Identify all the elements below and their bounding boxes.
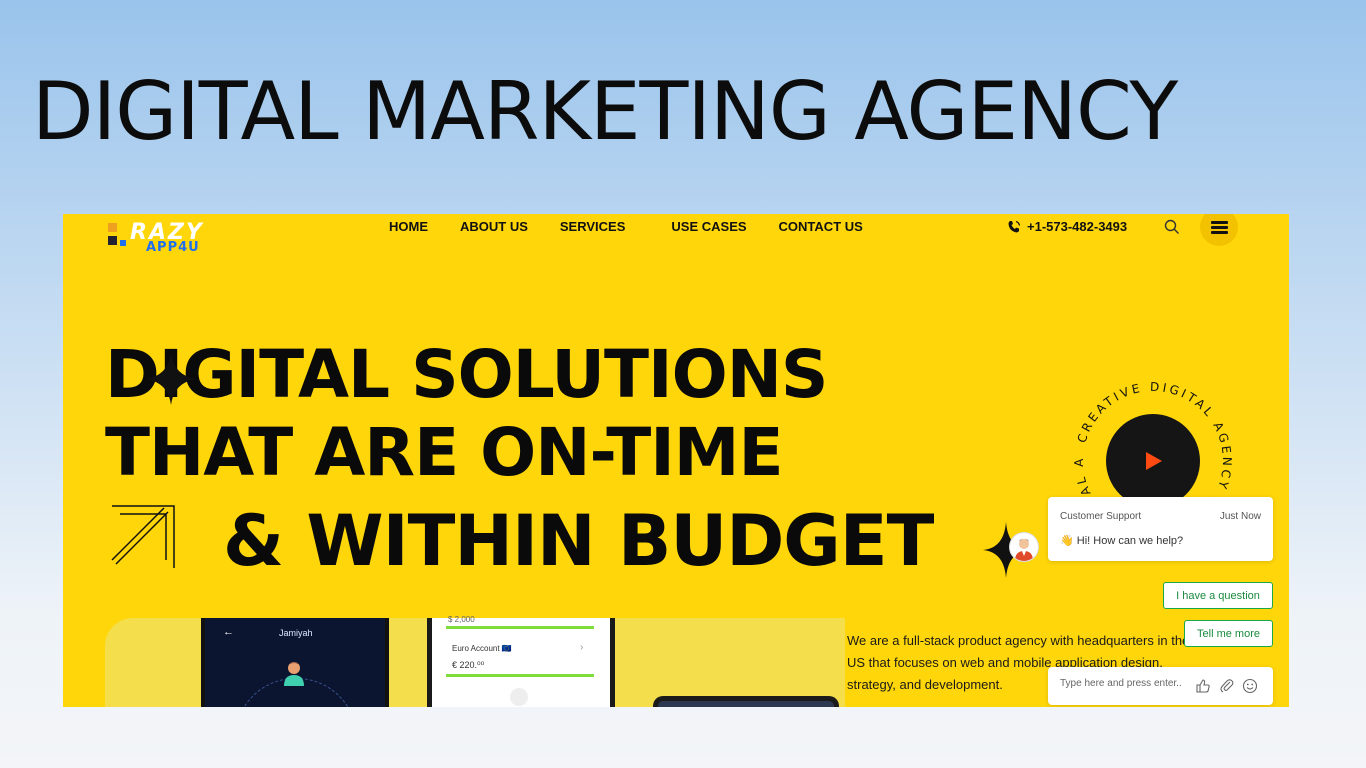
chat-message: 👋 Hi! How can we help? [1060, 535, 1184, 547]
emoji-icon[interactable] [1242, 678, 1258, 694]
sparkle-icon [145, 353, 197, 405]
thumbs-up-icon[interactable] [1195, 678, 1211, 694]
progress-line [446, 626, 594, 629]
diagonal-arrow-icon [111, 505, 175, 568]
back-arrow-icon: ← [223, 626, 234, 638]
play-video-button[interactable] [1106, 414, 1200, 508]
hero-heading-line-3: & WITHIN BUDGET [223, 500, 934, 582]
account-amount: € 220.⁰⁰ [452, 660, 485, 670]
agent-icon [1015, 538, 1033, 561]
phone-icon [1008, 220, 1021, 232]
phone-number: +1-573-482-3493 [1027, 219, 1128, 234]
nav-contact-us[interactable]: CONTACT US [779, 219, 863, 234]
avatar [284, 662, 304, 686]
website-screenshot: RAZY APP4U HOME ABOUT US SERVICES USE CA… [63, 214, 1289, 707]
play-icon [1146, 452, 1162, 470]
phone-mockup: $ 2,000 Euro Account 🇪🇺 › € 220.⁰⁰ [427, 615, 615, 707]
support-agent-avatar[interactable] [1009, 532, 1039, 562]
phone-mockup: ← Jamiyah [201, 618, 389, 707]
nav-about-us[interactable]: ABOUT US [460, 219, 528, 234]
chat-message-input[interactable] [1058, 677, 1190, 690]
chevron-right-icon: › [580, 642, 584, 653]
quick-reply-tell-more-button[interactable]: Tell me more [1184, 620, 1273, 647]
progress-line [446, 674, 594, 677]
hero-heading-line-1: DIGITAL SOLUTIONS [105, 336, 828, 413]
add-button-mock [510, 688, 528, 706]
hero-heading-line-2: THAT ARE ON-TIME [105, 414, 784, 491]
hamburger-menu-button[interactable] [1200, 214, 1238, 246]
phone-link[interactable]: +1-573-482-3493 [1007, 219, 1127, 234]
tablet-mockup [653, 696, 839, 707]
logo-square [108, 236, 117, 245]
logo[interactable]: RAZY APP4U [108, 220, 228, 255]
chat-timestamp: Just Now [1219, 511, 1261, 522]
banner-title: DIGITAL MARKETING AGENCY [32, 65, 1178, 158]
logo-square [108, 223, 117, 232]
chat-title: Customer Support [1060, 511, 1142, 522]
logo-word-secondary: APP4U [146, 240, 200, 255]
nav-services[interactable]: SERVICES [560, 219, 626, 234]
account-label: Euro Account 🇪🇺 [452, 644, 512, 653]
balance-amount: $ 2,000 [448, 615, 475, 624]
logo-square [120, 240, 126, 246]
profile-name: Jamiyah [279, 628, 313, 638]
main-nav: HOME ABOUT US SERVICES USE CASES CONTACT… [389, 219, 895, 234]
chat-message-bubble: Customer Support Just Now 👋 Hi! How can … [1048, 497, 1273, 561]
hamburger-icon [1210, 219, 1228, 236]
paperclip-icon[interactable] [1219, 678, 1235, 694]
nav-use-cases[interactable]: USE CASES [671, 219, 746, 234]
nav-home[interactable]: HOME [389, 219, 428, 234]
chat-input-bar [1048, 667, 1273, 705]
quick-reply-question-button[interactable]: I have a question [1163, 582, 1273, 609]
search-icon[interactable] [1163, 218, 1181, 236]
